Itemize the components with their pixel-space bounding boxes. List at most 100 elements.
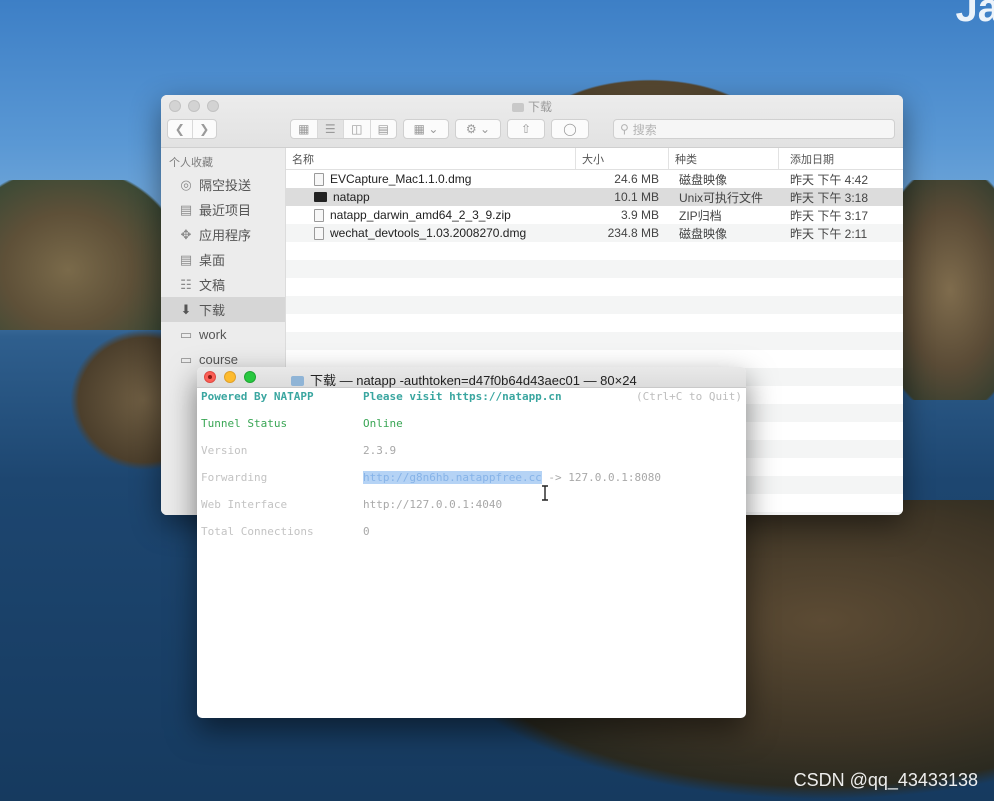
gallery-view-button[interactable]: ▤: [371, 120, 397, 138]
column-header-name[interactable]: 名称: [286, 148, 576, 169]
executable-file-icon: [314, 192, 327, 202]
file-size: 24.6 MB: [614, 172, 659, 186]
close-button[interactable]: [204, 371, 216, 383]
wallpaper-island-left: [0, 180, 170, 330]
column-header-size[interactable]: 大小: [576, 148, 669, 169]
action-button[interactable]: ⚙ ⌄: [455, 119, 501, 139]
folder-icon: [511, 103, 524, 112]
text-cursor-icon: [542, 485, 548, 501]
terminal-title-text: 下载 — natapp -authtoken=d47f0b64d43aec01 …: [310, 373, 637, 388]
sidebar-item-airdrop[interactable]: ◎ 隔空投送: [161, 172, 285, 197]
file-size: 3.9 MB: [620, 208, 659, 222]
sidebar-item-documents[interactable]: ☷ 文稿: [161, 272, 285, 297]
documents-icon: ☷: [180, 276, 192, 292]
file-name: wechat_devtools_1.03.2008270.dmg: [330, 226, 527, 240]
share-icon: ⇧: [520, 122, 532, 136]
column-header-date[interactable]: 添加日期: [779, 148, 903, 169]
sidebar-item-label: 应用程序: [199, 228, 252, 243]
group-by-button[interactable]: ▦ ⌄: [403, 119, 449, 139]
finder-title-text: 下载: [527, 100, 552, 114]
file-name: natapp_darwin_amd64_2_3_9.zip: [330, 208, 511, 222]
folder-icon: ▭: [179, 351, 193, 367]
file-kind: 磁盘映像: [679, 226, 728, 241]
downloads-icon: ⬇: [180, 301, 192, 317]
recents-icon: ▤: [179, 201, 193, 217]
file-date: 昨天 下午 3:18: [790, 190, 869, 205]
zip-file-icon: [314, 208, 324, 222]
web-interface-value: http://127.0.0.1:4040: [363, 498, 503, 511]
sidebar-item-label: 隔空投送: [199, 178, 252, 193]
airdrop-icon: ◎: [180, 176, 192, 192]
terminal-version-line: Version 2.3.9: [201, 444, 742, 458]
folder-icon: ▭: [179, 326, 193, 342]
search-input[interactable]: ⚲ 搜索: [613, 119, 895, 139]
sidebar-item-label: course: [199, 352, 239, 367]
web-interface-label: Web Interface: [201, 498, 288, 511]
file-name: EVCapture_Mac1.1.0.dmg: [330, 172, 472, 186]
file-date: 昨天 下午 2:11: [790, 226, 868, 241]
file-name: natapp: [333, 190, 370, 204]
terminal-window: 下载 — natapp -authtoken=d47f0b64d43aec01 …: [197, 367, 746, 718]
sidebar-item-desktop[interactable]: ▤ 桌面: [161, 247, 285, 272]
visit-url-text: Please visit https://natapp.cn: [363, 390, 562, 403]
version-label: Version: [201, 444, 248, 457]
chevron-down-icon: ⌄: [480, 122, 491, 136]
total-connections-label: Total Connections: [201, 525, 314, 538]
folder-icon: [291, 376, 304, 386]
tags-button[interactable]: ◯: [551, 119, 589, 139]
zoom-button[interactable]: [244, 371, 256, 383]
back-button[interactable]: ❮: [168, 120, 193, 138]
terminal-connections-line: Total Connections 0: [201, 525, 742, 539]
desktop-corner-text: Ja: [955, 0, 994, 30]
terminal-forwarding-line: Forwarding http://g8n6hb.natappfree.cc -…: [201, 471, 742, 485]
view-mode-control: ▦ ☰ ◫ ▤: [290, 119, 397, 139]
version-value: 2.3.9: [363, 444, 397, 457]
terminal-titlebar[interactable]: 下载 — natapp -authtoken=d47f0b64d43aec01 …: [197, 367, 746, 388]
file-row[interactable]: natapp 10.1 MB Unix可执行文件 昨天 下午 3:18: [286, 188, 903, 206]
forwarding-target: -> 127.0.0.1:8080: [541, 471, 662, 484]
desktop-icon: ▤: [179, 251, 193, 267]
sidebar-item-label: work: [199, 327, 227, 342]
file-list-header: 名称 大小 种类 添加日期: [286, 148, 903, 170]
quit-hint: (Ctrl+C to Quit): [636, 390, 742, 403]
terminal-status-line: Tunnel Status Online: [201, 417, 742, 431]
sidebar-item-recents[interactable]: ▤ 最近项目: [161, 197, 285, 222]
file-kind: Unix可执行文件: [679, 190, 764, 205]
sidebar-item-work[interactable]: ▭ work: [161, 322, 285, 347]
sidebar-item-label: 最近项目: [199, 203, 252, 218]
powered-by-text: Powered By NATAPP: [201, 390, 314, 403]
file-row[interactable]: wechat_devtools_1.03.2008270.dmg 234.8 M…: [286, 224, 903, 242]
dmg-file-icon: [314, 226, 324, 240]
watermark-text: CSDN @qq_43433138: [793, 770, 978, 790]
file-size: 234.8 MB: [607, 226, 659, 240]
forwarding-label: Forwarding: [201, 471, 268, 484]
file-row[interactable]: natapp_darwin_amd64_2_3_9.zip 3.9 MB ZIP…: [286, 206, 903, 224]
terminal-output[interactable]: Powered By NATAPP Please visit https://n…: [197, 388, 746, 718]
icon-view-button[interactable]: ▦: [291, 120, 318, 138]
forwarding-url-selected[interactable]: http://g8n6hb.natappfree.cc: [363, 471, 542, 484]
list-view-button[interactable]: ☰: [317, 120, 344, 138]
sidebar-item-label: 下载: [199, 303, 226, 318]
sidebar-item-applications[interactable]: ✥ 应用程序: [161, 222, 285, 247]
sidebar-section-title: 个人收藏: [169, 157, 213, 169]
sidebar-item-downloads[interactable]: ⬇ 下载: [161, 297, 285, 322]
file-kind: ZIP归档: [679, 208, 722, 223]
sidebar-item-label: 文稿: [199, 278, 226, 293]
total-connections-value: 0: [363, 525, 370, 538]
finder-toolbar: ❮ ❯ ▦ ☰ ◫ ▤ ▦ ⌄ ⚙ ⌄ ⇧ ◯ ⚲ 搜索: [167, 119, 895, 141]
applications-icon: ✥: [180, 226, 192, 242]
tunnel-status-value: Online: [363, 417, 403, 430]
column-view-button[interactable]: ◫: [344, 120, 371, 138]
minimize-button[interactable]: [224, 371, 236, 383]
column-header-kind[interactable]: 种类: [669, 148, 779, 169]
search-placeholder: 搜索: [632, 122, 657, 137]
search-icon: ⚲: [620, 122, 629, 136]
nav-back-forward: ❮ ❯: [167, 119, 217, 139]
share-button[interactable]: ⇧: [507, 119, 545, 139]
file-row[interactable]: EVCapture_Mac1.1.0.dmg 24.6 MB 磁盘映像 昨天 下…: [286, 170, 903, 188]
forward-button[interactable]: ❯: [193, 120, 217, 138]
sidebar-item-label: 桌面: [199, 253, 226, 268]
finder-titlebar[interactable]: 下载 ❮ ❯ ▦ ☰ ◫ ▤ ▦ ⌄ ⚙ ⌄ ⇧ ◯ ⚲ 搜索: [161, 95, 903, 148]
terminal-title: 下载 — natapp -authtoken=d47f0b64d43aec01 …: [291, 370, 637, 389]
file-kind: 磁盘映像: [679, 172, 728, 187]
